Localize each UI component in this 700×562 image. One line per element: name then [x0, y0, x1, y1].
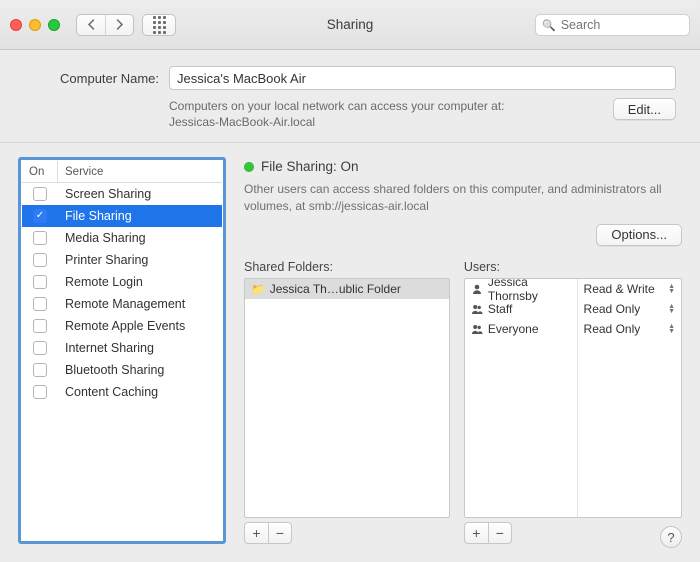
computer-name-desc: Computers on your local network can acce… — [169, 98, 504, 130]
zoom-window-button[interactable] — [48, 19, 60, 31]
service-list-header: On Service — [22, 161, 222, 183]
forward-button[interactable] — [105, 15, 133, 35]
permission-stepper[interactable]: ▲▼ — [668, 284, 675, 294]
service-label: Remote Management — [58, 297, 185, 311]
service-checkbox[interactable] — [33, 319, 47, 333]
shared-folders-label: Shared Folders: — [244, 260, 450, 274]
shared-folders-addremove: + − — [244, 522, 450, 544]
service-checkbox[interactable] — [33, 209, 47, 223]
show-all-prefs-button[interactable] — [142, 14, 176, 36]
main-panel: On Service Screen Sharing File Sharing Med… — [0, 143, 700, 562]
users-list[interactable]: Jessica ThornsbyStaffEveryone — [465, 279, 578, 518]
users-addremove: + − — [464, 522, 682, 544]
service-row[interactable]: Bluetooth Sharing — [22, 359, 222, 381]
service-row[interactable]: Media Sharing — [22, 227, 222, 249]
close-window-button[interactable] — [10, 19, 22, 31]
computer-name-label: Computer Name: — [24, 71, 159, 86]
service-detail: File Sharing: On Other users can access … — [244, 157, 682, 544]
permission-item[interactable]: Read Only▲▼ — [578, 299, 681, 319]
service-row[interactable]: Screen Sharing — [22, 183, 222, 205]
remove-shared-folder-button[interactable]: − — [268, 522, 292, 544]
edit-hostname-button[interactable]: Edit... — [613, 98, 676, 120]
help-button[interactable]: ? — [660, 526, 682, 548]
user-item[interactable]: Everyone — [465, 319, 577, 339]
service-row[interactable]: Remote Login — [22, 271, 222, 293]
permission-stepper[interactable]: ▲▼ — [668, 324, 675, 334]
service-row[interactable]: File Sharing — [22, 205, 222, 227]
service-row[interactable]: Remote Apple Events — [22, 315, 222, 337]
remove-user-button[interactable]: − — [488, 522, 512, 544]
service-label: Screen Sharing — [58, 187, 151, 201]
permission-item[interactable]: Read Only▲▼ — [578, 319, 681, 339]
service-label: File Sharing — [58, 209, 132, 223]
shared-folder-item[interactable]: Jessica Th…ublic Folder — [245, 279, 449, 299]
service-list[interactable]: On Service Screen Sharing File Sharing Med… — [18, 157, 226, 544]
service-label: Media Sharing — [58, 231, 146, 245]
status-description: Other users can access shared folders on… — [244, 181, 682, 213]
person-icon — [471, 283, 483, 295]
service-label: Content Caching — [58, 385, 158, 399]
users-column: Users: Jessica ThornsbyStaffEveryone Rea… — [464, 260, 682, 545]
service-label: Remote Apple Events — [58, 319, 185, 333]
folder-icon — [251, 282, 265, 296]
service-checkbox[interactable] — [33, 187, 47, 201]
permission-stepper[interactable]: ▲▼ — [668, 304, 675, 314]
user-item[interactable]: Jessica Thornsby — [465, 279, 577, 299]
nav-back-forward — [76, 14, 134, 36]
back-button[interactable] — [77, 15, 105, 35]
status-indicator — [244, 162, 254, 172]
users-label: Users: — [464, 260, 682, 274]
shared-folders-list[interactable]: Jessica Th…ublic Folder — [244, 278, 450, 519]
minimize-window-button[interactable] — [29, 19, 41, 31]
status-title: File Sharing: On — [261, 159, 359, 174]
col-header-service: Service — [58, 166, 103, 178]
col-header-on: On — [22, 161, 58, 182]
service-row[interactable]: Internet Sharing — [22, 337, 222, 359]
service-checkbox[interactable] — [33, 275, 47, 289]
grid-icon — [153, 16, 166, 34]
people-icon — [471, 303, 483, 315]
permission-item[interactable]: Read & Write▲▼ — [578, 279, 681, 299]
service-row[interactable]: Printer Sharing — [22, 249, 222, 271]
search-icon — [542, 17, 556, 32]
service-row[interactable]: Content Caching — [22, 381, 222, 403]
people-icon — [471, 323, 483, 335]
window-titlebar: Sharing — [0, 0, 700, 50]
traffic-lights — [10, 19, 60, 31]
users-permissions-list: Jessica ThornsbyStaffEveryone Read & Wri… — [464, 278, 682, 519]
options-button[interactable]: Options... — [596, 224, 682, 246]
shared-folders-column: Shared Folders: Jessica Th…ublic Folder … — [244, 260, 450, 545]
service-checkbox[interactable] — [33, 363, 47, 377]
service-checkbox[interactable] — [33, 253, 47, 267]
add-user-button[interactable]: + — [464, 522, 488, 544]
service-checkbox[interactable] — [33, 341, 47, 355]
service-label: Internet Sharing — [58, 341, 154, 355]
service-checkbox[interactable] — [33, 297, 47, 311]
search-input[interactable] — [561, 18, 683, 32]
service-row[interactable]: Remote Management — [22, 293, 222, 315]
add-shared-folder-button[interactable]: + — [244, 522, 268, 544]
service-checkbox[interactable] — [33, 385, 47, 399]
service-label: Remote Login — [58, 275, 143, 289]
permissions-list[interactable]: Read & Write▲▼Read Only▲▼Read Only▲▼ — [578, 279, 681, 518]
search-field[interactable] — [535, 14, 690, 36]
computer-name-section: Computer Name: Jessica's MacBook Air Com… — [0, 50, 700, 143]
service-label: Printer Sharing — [58, 253, 148, 267]
service-label: Bluetooth Sharing — [58, 363, 164, 377]
service-checkbox[interactable] — [33, 231, 47, 245]
computer-name-field[interactable]: Jessica's MacBook Air — [169, 66, 676, 90]
